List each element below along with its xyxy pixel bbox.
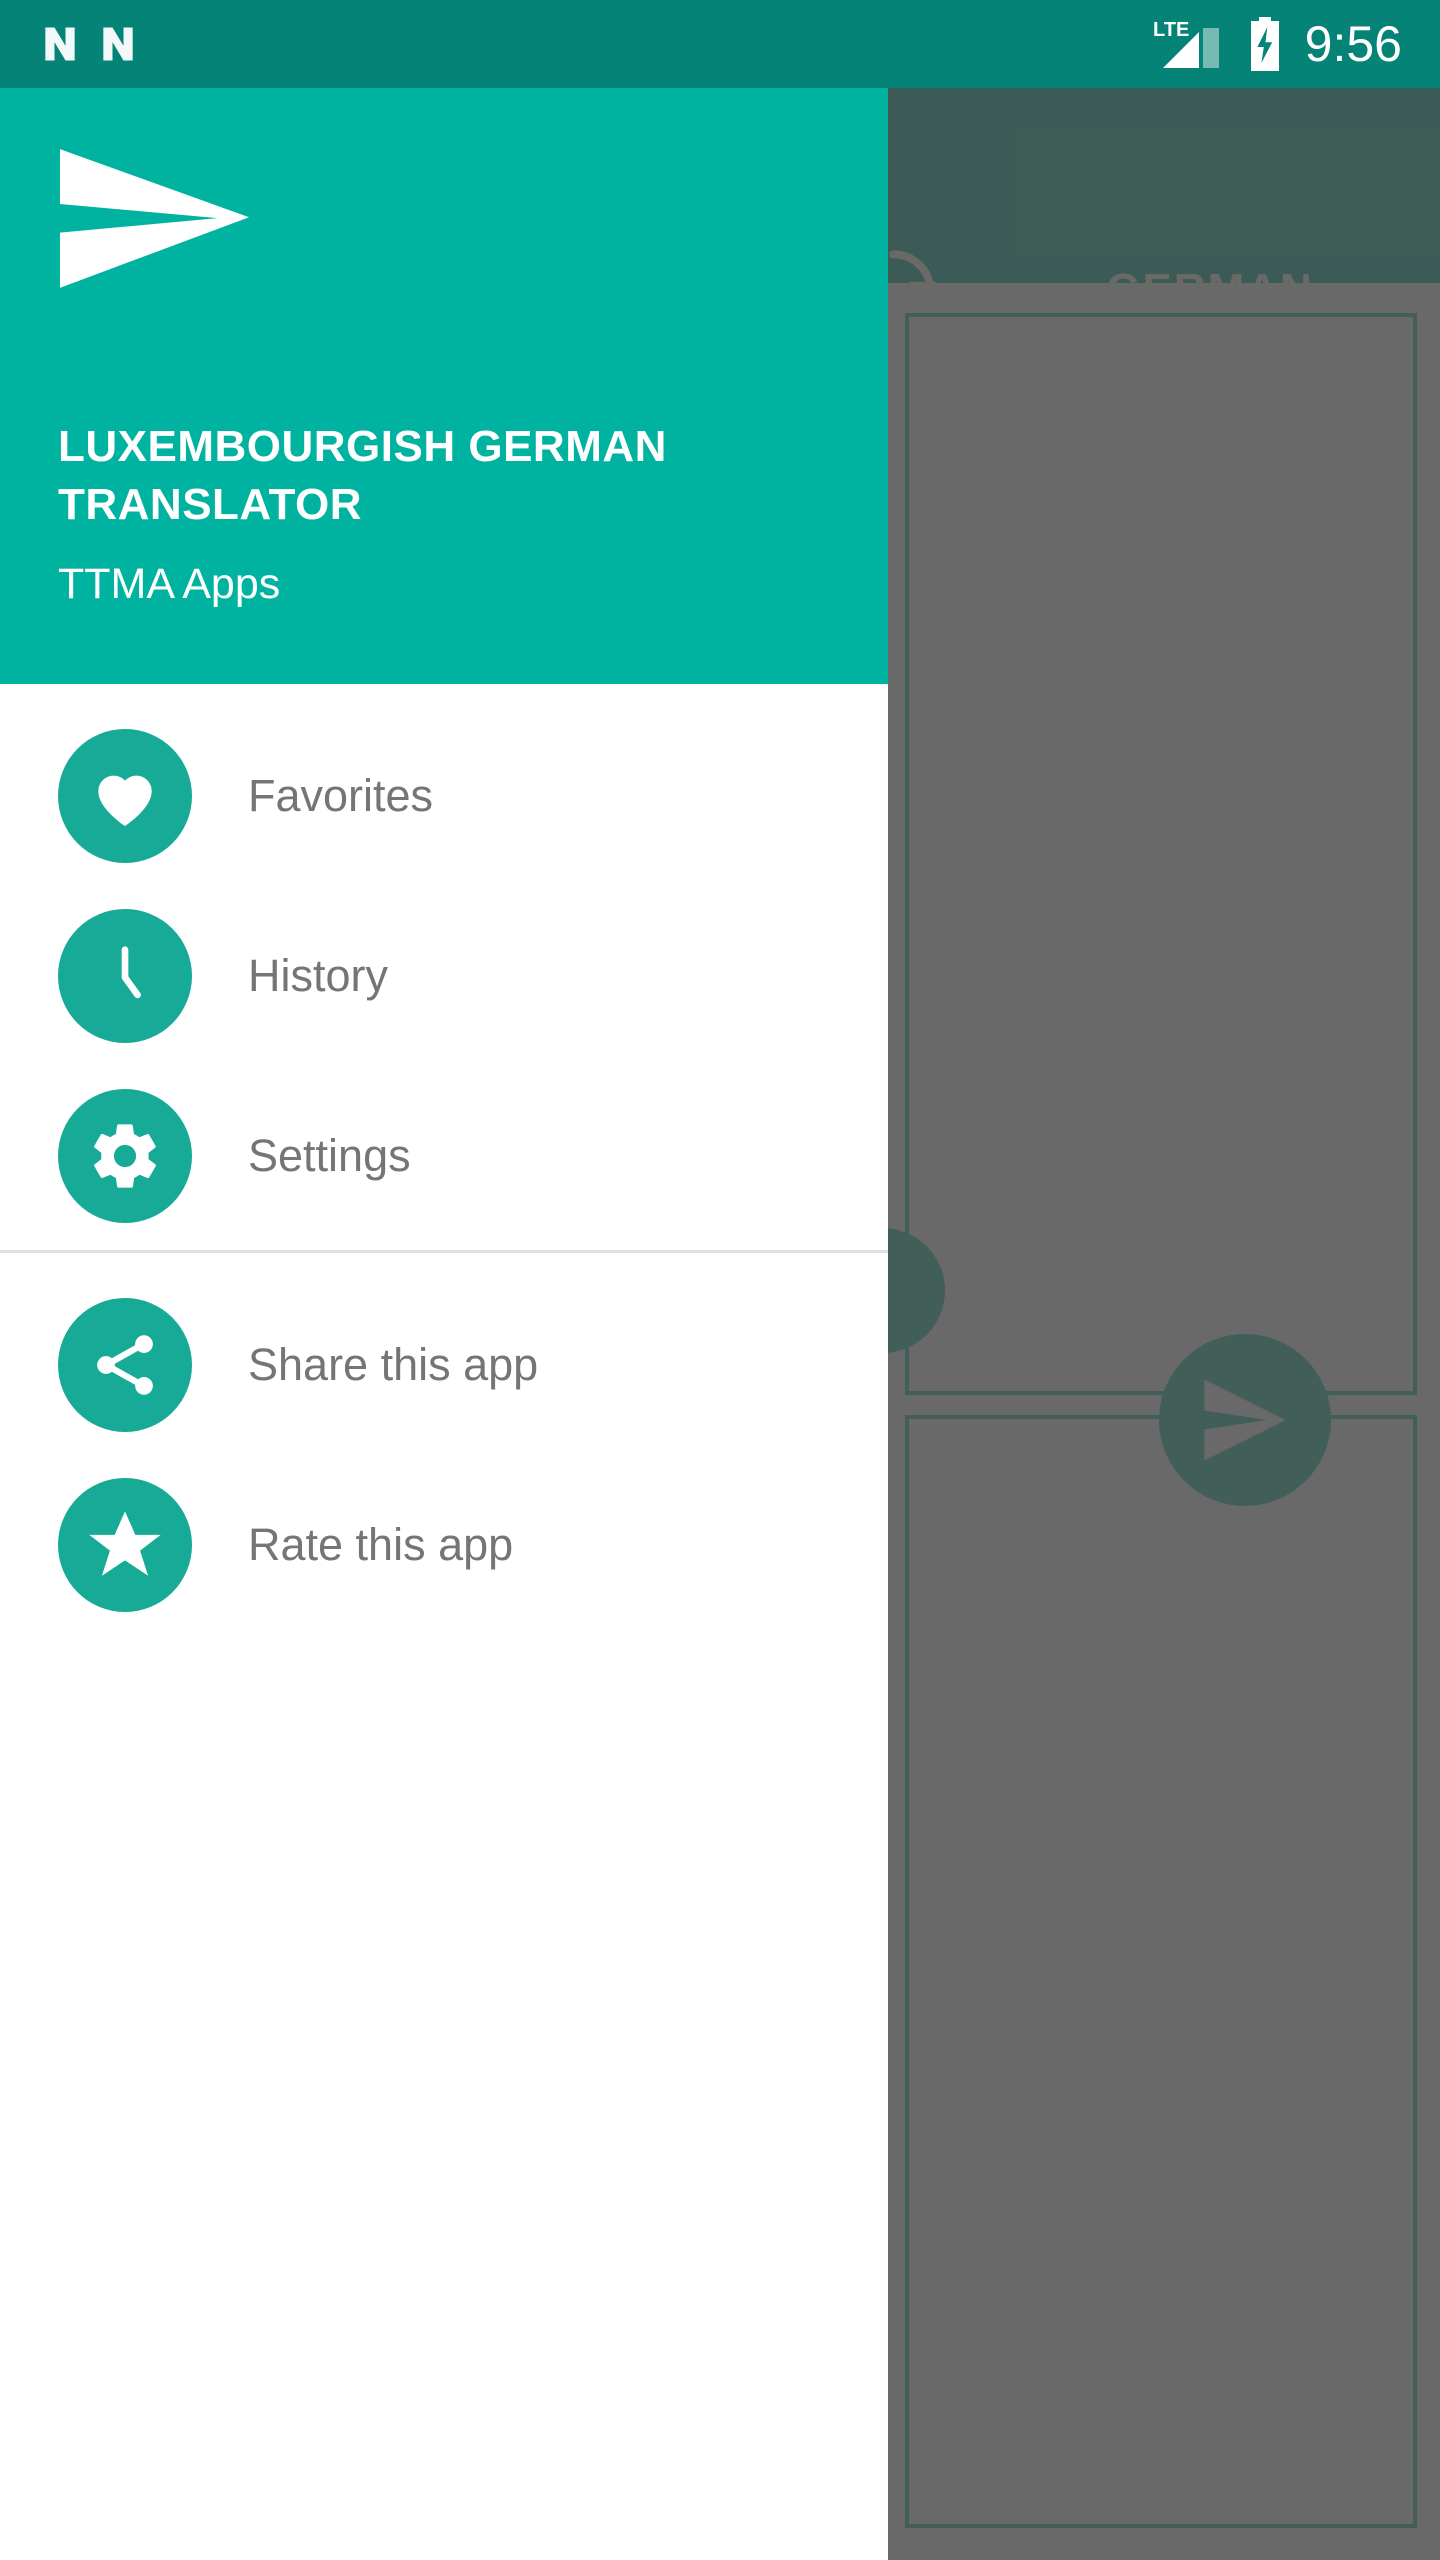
sidebar-item-history[interactable]: History: [0, 886, 888, 1066]
paper-plane-logo: [59, 149, 250, 288]
app-publisher: TTMA Apps: [58, 560, 281, 608]
navigation-drawer[interactable]: LUXEMBOURGISH GERMAN TRANSLATOR TTMA App…: [0, 88, 888, 2560]
target-text-panel[interactable]: [905, 1415, 1417, 2528]
drawer-header: LUXEMBOURGISH GERMAN TRANSLATOR TTMA App…: [0, 88, 888, 684]
share-icon: [58, 1298, 192, 1432]
status-bar-indicators: LTE 9:56: [1151, 15, 1440, 73]
sidebar-item-settings[interactable]: Settings: [0, 1066, 888, 1246]
svg-text:LTE: LTE: [1153, 19, 1189, 41]
sidebar-item-favorites[interactable]: Favorites: [0, 706, 888, 886]
status-bar-clock: 9:56: [1304, 16, 1402, 72]
star-icon: [58, 1478, 192, 1612]
sidebar-item-label: History: [248, 950, 389, 1001]
send-translate-fab[interactable]: [1159, 1334, 1331, 1506]
android-n-icon: [45, 27, 75, 61]
android-n-icon: [103, 27, 133, 61]
sidebar-item-label: Settings: [248, 1130, 411, 1181]
send-icon: [1204, 1379, 1286, 1461]
signal-bars-icon: LTE: [1153, 19, 1219, 68]
sidebar-item-rate-app[interactable]: Rate this app: [0, 1455, 888, 1635]
status-bar-notifications: [0, 22, 140, 66]
sidebar-item-label: Share this app: [248, 1339, 539, 1390]
heart-icon: [58, 729, 192, 863]
gear-icon: [58, 1089, 192, 1223]
phone-screen: GERMAN LTE 9:56 LUXEMBOURGISH GERMAN TRA…: [0, 0, 1440, 2560]
status-bar: LTE 9:56: [0, 0, 1440, 88]
source-text-panel[interactable]: [905, 313, 1417, 1395]
clock-icon: [58, 909, 192, 1043]
sidebar-item-label: Rate this app: [248, 1519, 514, 1570]
sidebar-item-share-app[interactable]: Share this app: [0, 1275, 888, 1455]
battery-charging-icon: [1250, 17, 1279, 71]
sidebar-item-label: Favorites: [248, 770, 434, 821]
drawer-secondary-menu: Share this app Rate this app: [0, 1253, 888, 1635]
drawer-primary-menu: Favorites History Settings: [0, 684, 888, 1246]
app-title: LUXEMBOURGISH GERMAN TRANSLATOR: [58, 422, 667, 529]
